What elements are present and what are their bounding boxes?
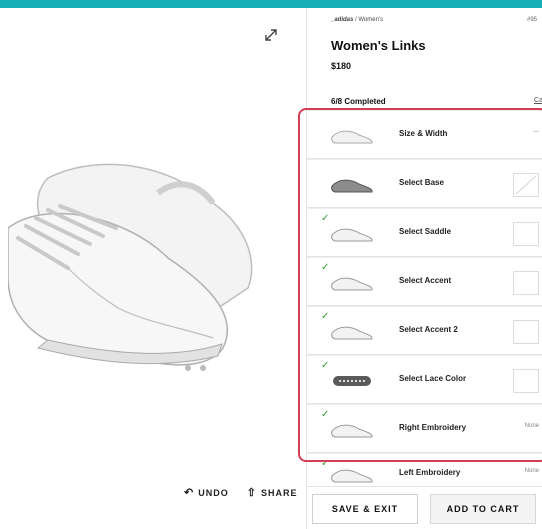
step-select-saddle[interactable]: ✓ Select Saddle [307, 208, 542, 257]
shoe-image [8, 163, 253, 371]
progress-link[interactable]: Ca [534, 97, 542, 104]
step-right-embroidery[interactable]: ✓ Right Embroidery None [307, 404, 542, 453]
undo-label: UNDO [198, 487, 229, 498]
step-label: Select Base [399, 178, 444, 187]
lace-thumbnail-icon [333, 376, 371, 386]
panel-footer: SAVE & EXIT ADD TO CART [306, 490, 542, 529]
shoe-thumbnail-icon [331, 326, 373, 340]
step-select-base[interactable]: Select Base [307, 159, 542, 208]
share-label: SHARE [260, 487, 298, 498]
save-exit-button[interactable]: SAVE & EXIT [312, 494, 418, 524]
brand-link[interactable]: _adidas [331, 17, 353, 23]
share-icon: ⇧ [246, 487, 257, 499]
completion-status: 6/8 Completed [331, 97, 386, 106]
step-label: Select Accent [399, 276, 452, 285]
step-select-accent[interactable]: ✓ Select Accent [307, 257, 542, 306]
step-left-embroidery[interactable]: ✓ Left Embroidery None [307, 453, 542, 487]
step-select-lace-color[interactable]: ✓ Select Lace Color [307, 355, 542, 404]
undo-icon: ↶ [184, 487, 195, 499]
section-link[interactable]: / Women's [355, 17, 383, 23]
product-preview-panel: ↶ UNDO ⇧ SHARE [0, 8, 306, 529]
shoe-thumbnail-icon [331, 228, 373, 242]
step-select-accent-2[interactable]: ✓ Select Accent 2 [307, 306, 542, 355]
undo-button[interactable]: ↶ UNDO [184, 486, 229, 499]
shoe-thumbnail-icon [331, 469, 373, 483]
customizer-panel: _adidas / Women's #95 Women's Links $180… [306, 8, 542, 529]
share-button[interactable]: ⇧ SHARE [247, 486, 298, 499]
product-price: $180 [331, 61, 352, 71]
preview-actions: ↶ UNDO ⇧ SHARE [184, 486, 297, 499]
swatch-none-icon [513, 173, 539, 197]
color-swatch [513, 320, 539, 344]
shoe-thumbnail-icon [331, 130, 373, 144]
step-size-width[interactable]: Size & Width — [307, 110, 542, 159]
color-swatch [513, 369, 539, 393]
product-title: Women's Links [331, 38, 426, 53]
shoe-thumbnail-icon [331, 277, 373, 291]
top-accent-bar [0, 0, 542, 8]
expand-icon[interactable] [262, 26, 280, 44]
step-label: Select Accent 2 [399, 325, 458, 334]
color-swatch [513, 271, 539, 295]
step-label: Select Saddle [399, 227, 452, 236]
product-sku: #95 [526, 17, 537, 23]
step-label: Size & Width [399, 129, 448, 138]
color-swatch [513, 222, 539, 246]
add-to-cart-button[interactable]: ADD TO CART [430, 494, 536, 524]
step-value: None [524, 468, 539, 474]
step-value: — [533, 129, 539, 135]
step-label: Left Embroidery [399, 468, 461, 477]
step-label: Right Embroidery [399, 423, 467, 432]
shoe-thumbnail-icon [331, 179, 373, 193]
step-value: None [524, 423, 539, 429]
breadcrumb[interactable]: _adidas / Women's [331, 17, 383, 23]
step-label: Select Lace Color [399, 374, 467, 383]
shoe-thumbnail-icon [331, 424, 373, 438]
customization-steps: Size & Width — Select Base ✓ Select Sadd… [307, 110, 542, 487]
